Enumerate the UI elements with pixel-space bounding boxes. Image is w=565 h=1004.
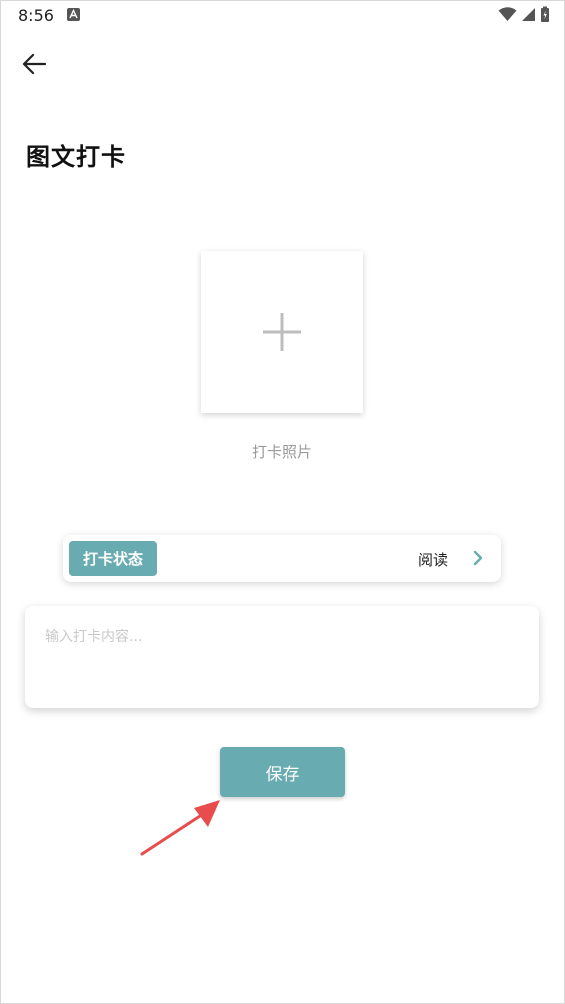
back-arrow-icon [22, 53, 46, 75]
plus-icon [263, 313, 301, 351]
page-title: 图文打卡 [26, 143, 126, 171]
signal-icon [522, 8, 535, 21]
checkin-status-value: 阅读 [417, 551, 448, 569]
notification-icon [67, 8, 80, 21]
checkin-status-selector[interactable]: 打卡状态 阅读 [63, 535, 501, 582]
chevron-right-icon [473, 550, 483, 566]
status-icons [498, 6, 550, 23]
checkin-status-tag: 打卡状态 [69, 541, 157, 576]
save-button[interactable]: 保存 [220, 747, 345, 797]
status-time: 8:56 [18, 6, 54, 25]
wifi-icon [498, 7, 517, 21]
annotation-arrow-icon [140, 800, 220, 856]
back-button[interactable] [18, 48, 50, 80]
photo-caption: 打卡照片 [251, 443, 312, 461]
content-input[interactable] [45, 626, 519, 692]
content-card [25, 606, 539, 708]
battery-icon [541, 6, 549, 22]
status-bar: 8:56 [0, 0, 565, 30]
add-photo-button[interactable] [201, 251, 363, 413]
